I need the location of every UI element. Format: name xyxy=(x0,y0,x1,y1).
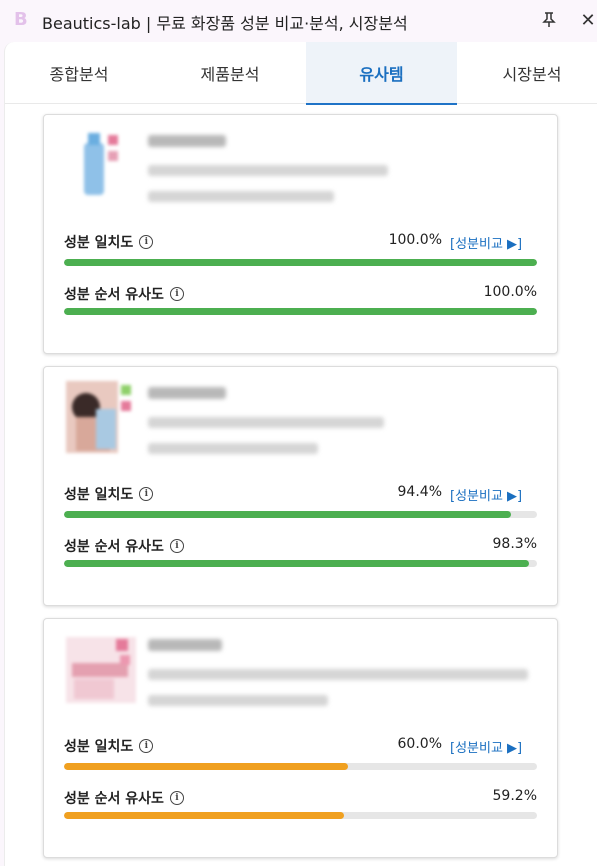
order-similarity-text: 성분 순서 유사도 xyxy=(64,791,164,807)
order-similarity-bar xyxy=(64,812,537,819)
order-similarity-label: 성분 순서 유사도 i xyxy=(64,284,184,304)
ingredient-match-text: 성분 일치도 xyxy=(64,235,134,251)
similar-item-card[interactable]: 성분 일치도 i 100.0% [성분비교 ▶] 성분 순서 유사도 i 100… xyxy=(43,114,558,354)
info-icon[interactable]: i xyxy=(139,487,154,501)
order-similarity-text: 성분 순서 유사도 xyxy=(64,539,164,555)
product-name-blurred xyxy=(148,639,222,651)
app-logo: B xyxy=(14,9,28,30)
info-icon[interactable]: i xyxy=(139,235,154,249)
ingredient-match-bar xyxy=(64,511,537,518)
ingredient-match-label: 성분 일치도 i xyxy=(64,484,154,504)
order-similarity-bar xyxy=(64,308,537,315)
product-desc-blurred xyxy=(148,417,384,428)
order-similarity-text: 성분 순서 유사도 xyxy=(64,287,164,303)
info-icon[interactable]: i xyxy=(169,791,184,805)
order-similarity-bar-fill xyxy=(64,812,345,819)
product-thumbnail xyxy=(66,637,136,703)
order-similarity-label: 성분 순서 유사도 i xyxy=(64,788,184,808)
ingredient-match-value: 60.0% xyxy=(397,736,442,752)
ingredient-match-label: 성분 일치도 i xyxy=(64,232,154,252)
product-meta-blurred xyxy=(148,443,318,454)
order-similarity-bar xyxy=(64,560,537,567)
pin-icon-glyph xyxy=(542,12,556,27)
window-title: Beautics-lab | 무료 화장품 성분 비교·분석, 시장분석 xyxy=(42,14,408,33)
order-similarity-bar-fill xyxy=(64,308,537,315)
ingredient-match-text: 성분 일치도 xyxy=(64,487,134,503)
compare-ingredients-link[interactable]: [성분비교 ▶] xyxy=(450,233,522,252)
product-desc-blurred xyxy=(148,669,528,680)
ingredient-match-bar xyxy=(64,763,537,770)
order-similarity-bar-fill xyxy=(64,560,529,567)
compare-ingredients-link[interactable]: [성분비교 ▶] xyxy=(450,485,522,504)
title-bar: B Beautics-lab | 무료 화장품 성분 비교·분석, 시장분석 ✕ xyxy=(0,0,597,40)
product-desc-blurred xyxy=(148,165,388,176)
ingredient-match-bar-fill xyxy=(64,763,348,770)
product-thumbnail xyxy=(66,381,131,453)
similar-item-card[interactable]: 성분 일치도 i 94.4% [성분비교 ▶] 성분 순서 유사도 i 98.3… xyxy=(43,366,558,606)
info-icon[interactable]: i xyxy=(169,287,184,301)
ingredient-match-bar xyxy=(64,259,537,266)
compare-ingredients-link[interactable]: [성분비교 ▶] xyxy=(450,737,522,756)
product-thumbnail xyxy=(84,133,118,195)
tab-market-analysis[interactable]: 시장분석 xyxy=(457,42,597,104)
ingredient-match-bar-fill xyxy=(64,259,537,266)
ingredient-match-text: 성분 일치도 xyxy=(64,739,134,755)
order-similarity-value: 59.2% xyxy=(492,788,537,804)
tab-bar: 종합분석 제품분석 유사템 시장분석 xyxy=(5,42,597,105)
tab-overall-analysis[interactable]: 종합분석 xyxy=(5,42,153,104)
order-similarity-value: 100.0% xyxy=(483,284,537,300)
tab-similar-items[interactable]: 유사템 xyxy=(306,42,457,105)
tab-product-analysis[interactable]: 제품분석 xyxy=(155,42,305,104)
ingredient-match-bar-fill xyxy=(64,511,511,518)
ingredient-match-value: 100.0% xyxy=(388,232,442,248)
close-icon[interactable]: ✕ xyxy=(576,8,597,32)
pin-icon[interactable] xyxy=(537,8,561,32)
order-similarity-value: 98.3% xyxy=(492,536,537,552)
ingredient-match-label: 성분 일치도 i xyxy=(64,736,154,756)
side-panel: 종합분석 제품분석 유사템 시장분석 성분 일치도 i 100.0% [성분비교… xyxy=(4,42,597,866)
ingredient-match-value: 94.4% xyxy=(397,484,442,500)
product-name-blurred xyxy=(148,387,226,399)
info-icon[interactable]: i xyxy=(139,739,154,753)
order-similarity-label: 성분 순서 유사도 i xyxy=(64,536,184,556)
product-meta-blurred xyxy=(148,191,334,202)
product-meta-blurred xyxy=(148,695,328,706)
similar-item-card[interactable]: 성분 일치도 i 60.0% [성분비교 ▶] 성분 순서 유사도 i 59.2… xyxy=(43,618,558,858)
info-icon[interactable]: i xyxy=(169,539,184,553)
product-name-blurred xyxy=(148,135,226,147)
